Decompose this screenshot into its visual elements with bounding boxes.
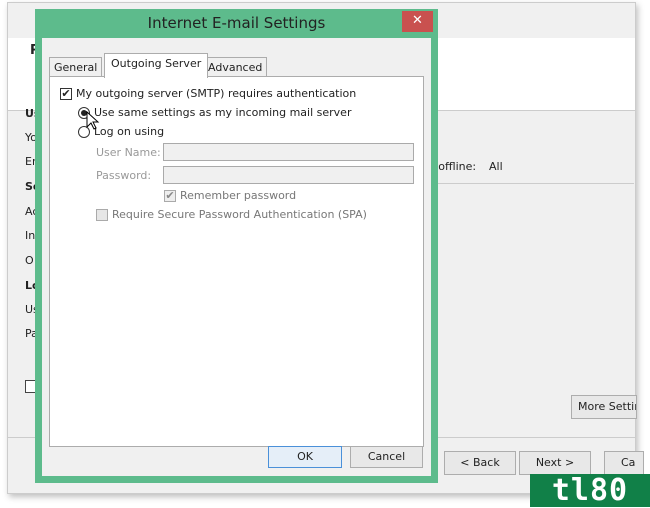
tl80-watermark-logo: tl80 xyxy=(530,474,650,507)
label: O xyxy=(25,254,34,267)
mouse-cursor-icon xyxy=(86,111,100,130)
password-input[interactable] xyxy=(163,166,414,184)
remember-password-checkbox[interactable]: ✔ xyxy=(164,190,176,202)
offline-value[interactable]: All xyxy=(489,160,503,173)
label: In xyxy=(25,229,36,242)
divider xyxy=(438,183,634,184)
dialog-title: Internet E-mail Settings xyxy=(147,14,326,32)
smtp-auth-checkbox[interactable]: ✔ xyxy=(60,88,72,100)
back-button[interactable]: < Back xyxy=(444,451,516,475)
outgoing-server-panel: ✔ My outgoing server (SMTP) requires aut… xyxy=(49,76,424,447)
more-settings-button[interactable]: More Settin xyxy=(571,395,637,419)
next-button[interactable]: Next > xyxy=(519,451,591,475)
tab-advanced[interactable]: Advanced xyxy=(203,57,268,77)
internet-email-settings-dialog: Internet E-mail Settings ✕ General Outgo… xyxy=(35,9,438,483)
spa-checkbox[interactable] xyxy=(96,209,108,221)
close-button[interactable]: ✕ xyxy=(402,11,433,32)
ok-button[interactable]: OK xyxy=(268,446,342,468)
log-on-using-label: Log on using xyxy=(94,125,165,138)
tab-general[interactable]: General xyxy=(49,57,103,77)
dialog-body: General Outgoing Server Advanced ✔ My ou… xyxy=(42,38,431,476)
password-label: Password: xyxy=(96,169,152,182)
user-name-input[interactable] xyxy=(163,143,414,161)
tab-outgoing-server[interactable]: Outgoing Server xyxy=(104,53,209,78)
cancel-button[interactable]: Cancel xyxy=(350,446,423,468)
cancel-button-background[interactable]: Ca xyxy=(604,451,644,475)
user-name-label: User Name: xyxy=(96,146,161,159)
same-settings-label: Use same settings as my incoming mail se… xyxy=(94,106,352,119)
spa-label: Require Secure Password Authentication (… xyxy=(112,208,367,221)
smtp-auth-label: My outgoing server (SMTP) requires authe… xyxy=(76,87,357,100)
remember-password-label: Remember password xyxy=(180,189,297,202)
